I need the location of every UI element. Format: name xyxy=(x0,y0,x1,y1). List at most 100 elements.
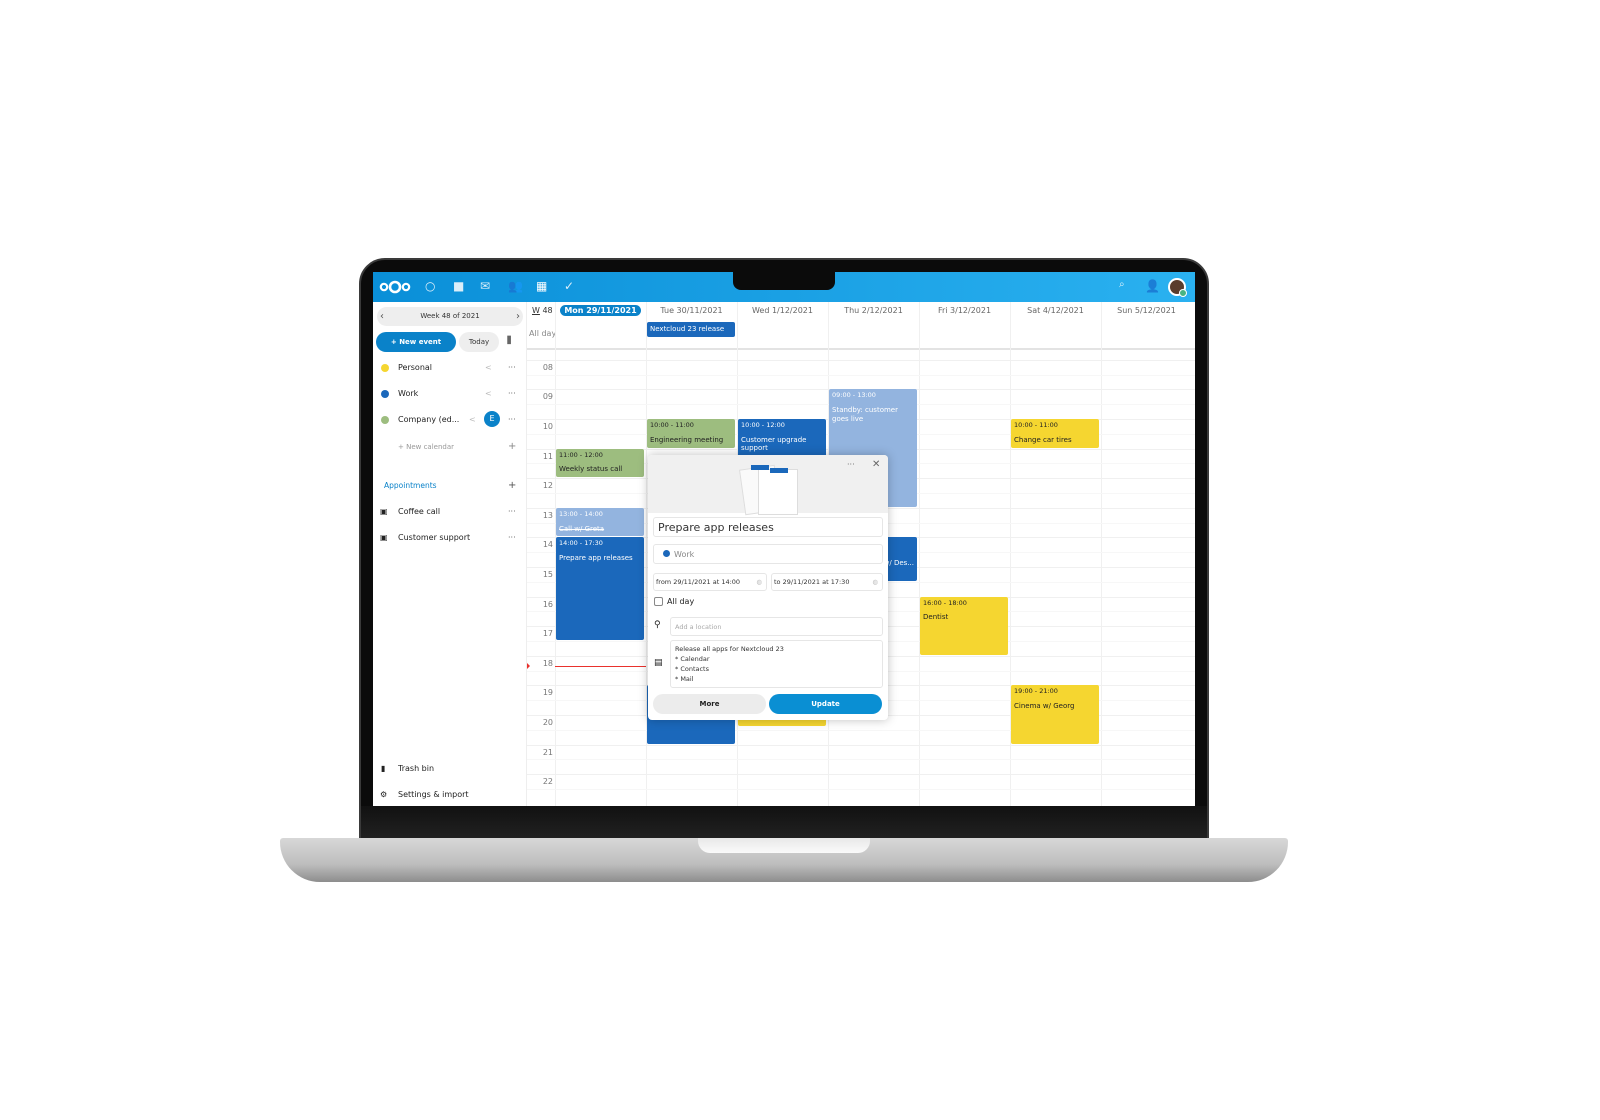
more-icon[interactable]: ··· xyxy=(508,529,516,547)
week-navigator: ‹ Week 48 of 2021 › xyxy=(377,307,523,326)
contacts-icon[interactable]: 👥 xyxy=(508,279,523,293)
plus-icon: + xyxy=(508,441,517,452)
calendar-item[interactable]: Work < ··· xyxy=(373,385,527,403)
calendar-event[interactable]: 16:00 - 18:00 Dentist xyxy=(920,596,1008,655)
calendar-check-icon: ▣ xyxy=(380,507,388,516)
hour-label: 09 xyxy=(542,392,553,402)
half-hour-line xyxy=(527,759,1195,761)
calendar-icon[interactable]: ▦ xyxy=(536,279,547,293)
today-button[interactable]: Today xyxy=(459,332,499,352)
mail-icon[interactable]: ✉ xyxy=(480,279,490,293)
view-switcher-icon[interactable]: ⫼ xyxy=(507,336,511,346)
sidebar: ‹ Week 48 of 2021 › + New event Today ⫼ … xyxy=(373,302,527,806)
hour-label: 21 xyxy=(542,747,553,757)
settings-button[interactable]: ⚙ Settings & import xyxy=(373,786,527,804)
calendar-item[interactable]: Personal < ··· xyxy=(373,359,527,377)
calendar-color-dot xyxy=(381,416,389,424)
location-pin-icon: ⚲ xyxy=(654,620,661,630)
hour-label: 20 xyxy=(542,718,553,727)
gear-icon: ⚙ xyxy=(380,790,388,799)
allday-event[interactable]: Nextcloud 23 release xyxy=(647,322,735,337)
more-icon[interactable]: ··· xyxy=(508,359,516,377)
more-button[interactable]: More xyxy=(653,694,766,714)
hour-label: 19 xyxy=(542,688,553,698)
day-header[interactable]: Sat 4/12/2021 xyxy=(1010,304,1101,318)
hour-label: 12 xyxy=(542,481,553,491)
day-header[interactable]: Sun 5/12/2021 xyxy=(1101,304,1192,318)
event-title-input[interactable]: Prepare app releases xyxy=(653,517,883,537)
calendar-event[interactable]: 11:00 - 12:00 Weekly status call xyxy=(556,448,644,478)
day-header[interactable]: Tue 30/11/2021 xyxy=(646,304,737,318)
laptop-opening-notch xyxy=(698,838,870,853)
appointments-section: Appointments + xyxy=(373,477,527,495)
more-icon[interactable]: ··· xyxy=(508,385,516,403)
search-icon[interactable]: ⌕ xyxy=(1119,279,1125,290)
files-icon[interactable]: ■ xyxy=(453,279,464,293)
clip xyxy=(751,465,769,470)
hour-label: 16 xyxy=(542,599,553,609)
day-header[interactable]: Thu 2/12/2021 xyxy=(828,304,919,318)
description-input[interactable]: Release all apps for Nextcloud 23 * Cale… xyxy=(670,640,883,688)
allday-label: All day xyxy=(529,329,557,338)
current-time-marker xyxy=(527,662,533,669)
contacts-menu-icon[interactable]: 👤 xyxy=(1145,279,1160,293)
calendar-color-dot xyxy=(381,364,389,372)
half-hour-line xyxy=(527,374,1195,376)
appointment-item[interactable]: ▣ Coffee call ··· xyxy=(373,503,527,521)
calendar-event[interactable]: 14:00 - 17:30 Prepare app releases xyxy=(556,537,644,640)
next-week-button[interactable]: › xyxy=(516,307,520,326)
day-header[interactable]: Fri 3/12/2021 xyxy=(919,304,1010,318)
calendar-event[interactable]: 19:00 - 21:00 Cinema w/ Georg xyxy=(1011,685,1099,744)
share-icon[interactable]: < xyxy=(485,385,492,403)
previous-week-button[interactable]: ‹ xyxy=(380,307,384,326)
hour-line xyxy=(527,744,1195,746)
nextcloud-logo[interactable] xyxy=(379,279,411,295)
new-event-button[interactable]: + New event xyxy=(376,332,456,352)
allday-checkbox-label: All day xyxy=(667,597,695,606)
calendar-picker[interactable]: Work xyxy=(653,544,883,564)
more-icon[interactable]: ··· xyxy=(508,503,516,521)
user-avatar[interactable] xyxy=(1168,278,1187,297)
clip xyxy=(770,468,788,473)
calendar-event[interactable]: 13:00 - 14:00 Call w/ Greta xyxy=(556,507,644,537)
calendar-check-icon: ▣ xyxy=(380,533,388,542)
calendar-color-dot xyxy=(663,550,670,557)
end-datetime-input[interactable]: to 29/11/2021 at 17:30 ◍ xyxy=(771,573,883,591)
hour-label: 17 xyxy=(542,629,553,639)
description-icon: ▤ xyxy=(654,658,663,668)
calendar-event[interactable]: 10:00 - 11:00 Engineering meeting xyxy=(647,419,735,448)
appointment-item[interactable]: ▣ Customer support ··· xyxy=(373,529,527,547)
close-icon[interactable]: ✕ xyxy=(872,459,880,470)
day-header[interactable]: Wed 1/12/2021 xyxy=(737,304,828,318)
event-illustration: ··· ✕ xyxy=(648,455,888,516)
calendar-event[interactable]: 10:00 - 11:00 Change car tires xyxy=(1011,419,1099,448)
hour-line xyxy=(527,359,1195,361)
week-label[interactable]: Week 48 of 2021 xyxy=(420,312,479,320)
hour-label: 22 xyxy=(542,777,553,787)
more-icon[interactable]: ··· xyxy=(508,411,516,429)
start-datetime-input[interactable]: from 29/11/2021 at 14:00 ◍ xyxy=(653,573,767,591)
add-appointment-icon[interactable]: + xyxy=(508,477,516,495)
status-indicator xyxy=(1179,289,1187,297)
share-icon[interactable]: < xyxy=(485,359,492,377)
dashboard-icon[interactable]: ○ xyxy=(425,279,435,293)
hour-label: 14 xyxy=(542,540,553,550)
location-input[interactable]: Add a location xyxy=(670,617,883,636)
week-number: W 48 xyxy=(532,306,553,315)
more-options-icon[interactable]: ··· xyxy=(847,460,855,469)
timezone-globe-icon[interactable]: ◍ xyxy=(872,574,878,591)
share-icon[interactable]: < xyxy=(469,411,476,429)
day-header[interactable]: Mon 29/11/2021 xyxy=(555,304,646,318)
new-calendar-button[interactable]: + New calendar + xyxy=(373,438,527,456)
hour-label: 15 xyxy=(542,570,553,579)
half-hour-line xyxy=(527,789,1195,790)
update-button[interactable]: Update xyxy=(769,694,882,714)
trash-icon: ▮ xyxy=(381,764,386,773)
shared-user-avatar[interactable]: E xyxy=(484,411,500,427)
hour-label: 08 xyxy=(542,362,553,372)
calendar-item[interactable]: Company (ed... < ··· E xyxy=(373,411,527,429)
tasks-icon[interactable]: ✓ xyxy=(564,279,574,293)
allday-checkbox[interactable] xyxy=(654,597,663,606)
trash-bin-button[interactable]: ▮ Trash bin xyxy=(373,760,527,778)
timezone-globe-icon[interactable]: ◍ xyxy=(756,574,762,591)
